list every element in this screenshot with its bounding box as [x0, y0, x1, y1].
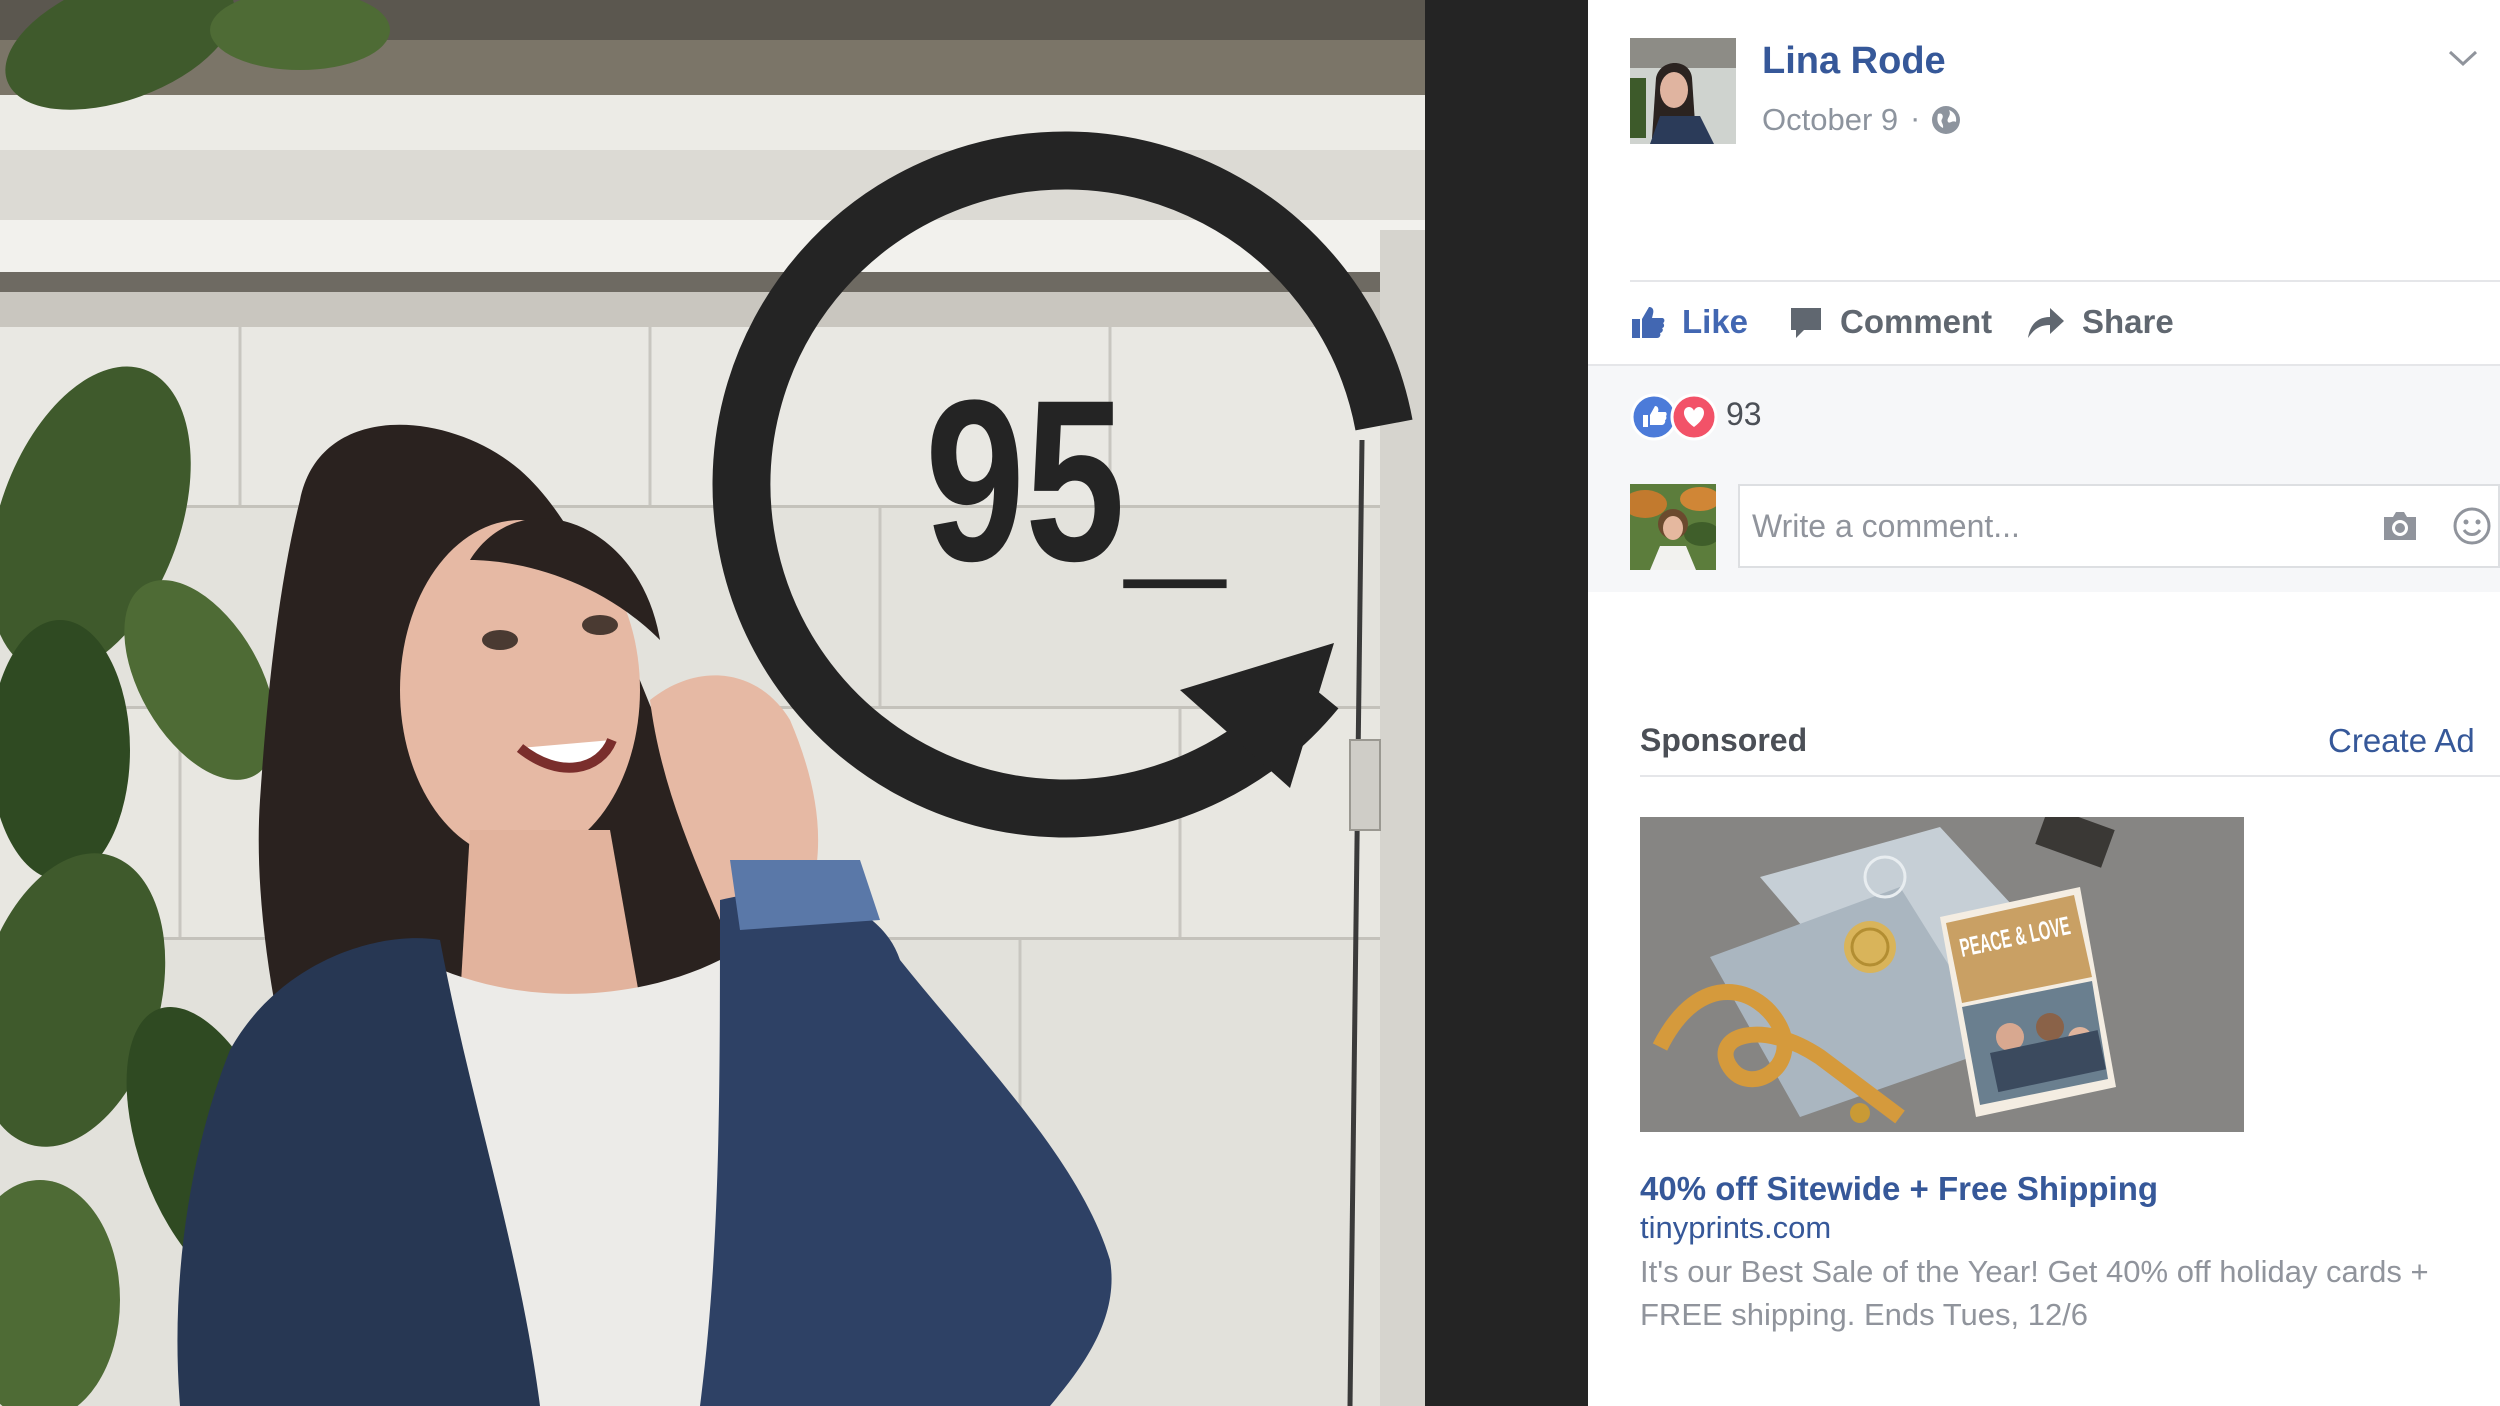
- share-label: Share: [2082, 303, 2174, 340]
- lightbox-gutter: [1425, 0, 1588, 1406]
- comment-input[interactable]: [1740, 486, 2352, 566]
- comment-label: Comment: [1840, 303, 1993, 340]
- comment-button[interactable]: Comment: [1788, 296, 1992, 348]
- smiley-icon[interactable]: [2452, 506, 2492, 546]
- globe-icon[interactable]: [1930, 104, 1962, 136]
- comment-icon: [1791, 308, 1821, 338]
- post-date[interactable]: October 9: [1762, 102, 1898, 138]
- chevron-down-icon[interactable]: [2448, 48, 2478, 70]
- reaction-count[interactable]: 93: [1726, 396, 1762, 433]
- like-label: Like: [1682, 303, 1749, 340]
- love-reaction-icon: [1670, 393, 1718, 441]
- ad-image[interactable]: PEACE & LOVE: [1640, 817, 2244, 1132]
- like-reaction-icon: [1630, 393, 1678, 441]
- ad-description: It's our Best Sale of the Year! Get 40% …: [1640, 1254, 2429, 1332]
- date-separator: ·: [1910, 100, 1921, 135]
- logo-text: 95_: [925, 352, 1227, 609]
- author-avatar[interactable]: [1630, 38, 1736, 144]
- ad-domain-link[interactable]: tinyprints.com: [1640, 1210, 1831, 1246]
- like-button[interactable]: Like: [1630, 296, 1748, 348]
- sponsored-heading: Sponsored: [1640, 722, 1808, 758]
- post-photo[interactable]: 95_: [0, 0, 1425, 1406]
- author-name[interactable]: Lina Rode: [1762, 40, 1946, 83]
- viewer-avatar: [1630, 484, 1716, 570]
- share-button[interactable]: Share: [2026, 296, 2174, 348]
- comments-divider: [1588, 364, 2500, 366]
- sponsored-divider: [1640, 775, 2500, 777]
- photo-illustration: 95_: [0, 0, 1425, 1406]
- share-icon: [2028, 308, 2064, 338]
- reaction-icons[interactable]: [1630, 393, 1720, 441]
- create-ad-link[interactable]: Create Ad: [2328, 722, 2475, 760]
- post-sidebar: Lina Rode October 9 · Like Comment Share: [1588, 0, 2500, 1406]
- actions-top-divider: [1630, 280, 2500, 282]
- thumbs-up-icon: [1632, 307, 1665, 338]
- comment-box[interactable]: [1738, 484, 2500, 568]
- ad-title-link[interactable]: 40% off Sitewide + Free Shipping: [1640, 1170, 2158, 1208]
- camera-icon[interactable]: [2380, 508, 2420, 544]
